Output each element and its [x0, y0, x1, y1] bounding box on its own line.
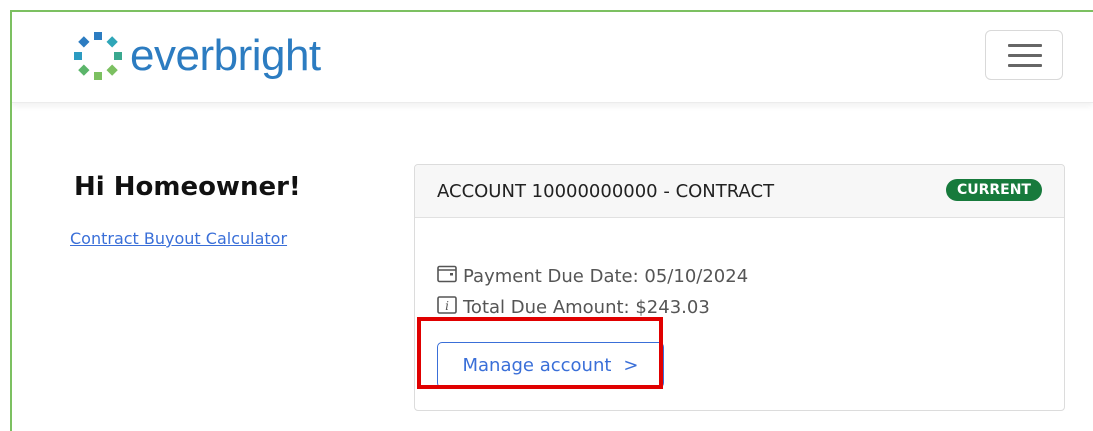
highlight-box: [417, 317, 663, 389]
logo[interactable]: everbright: [70, 28, 321, 84]
everbright-logo-icon: [74, 32, 122, 80]
payment-due-text: Payment Due Date: 05/10/2024: [463, 266, 749, 287]
total-due-text: Total Due Amount: $243.03: [463, 297, 710, 318]
info-icon: i: [437, 296, 457, 319]
navbar: everbright: [12, 12, 1093, 103]
payment-due-row: Payment Due Date: 05/10/2024: [437, 265, 748, 288]
logo-text: everbright: [130, 31, 321, 80]
status-badge: CURRENT: [945, 179, 1042, 201]
account-title: ACCOUNT 10000000000 - CONTRACT: [437, 181, 775, 202]
menu-button[interactable]: [985, 30, 1063, 80]
greeting-heading: Hi Homeowner!: [74, 172, 301, 202]
svg-text:i: i: [445, 299, 449, 313]
account-card-header: ACCOUNT 10000000000 - CONTRACT CURRENT: [415, 165, 1064, 218]
contract-buyout-calculator-link[interactable]: Contract Buyout Calculator: [70, 229, 287, 248]
total-due-row: i Total Due Amount: $243.03: [437, 296, 710, 319]
calendar-icon: [437, 265, 457, 288]
